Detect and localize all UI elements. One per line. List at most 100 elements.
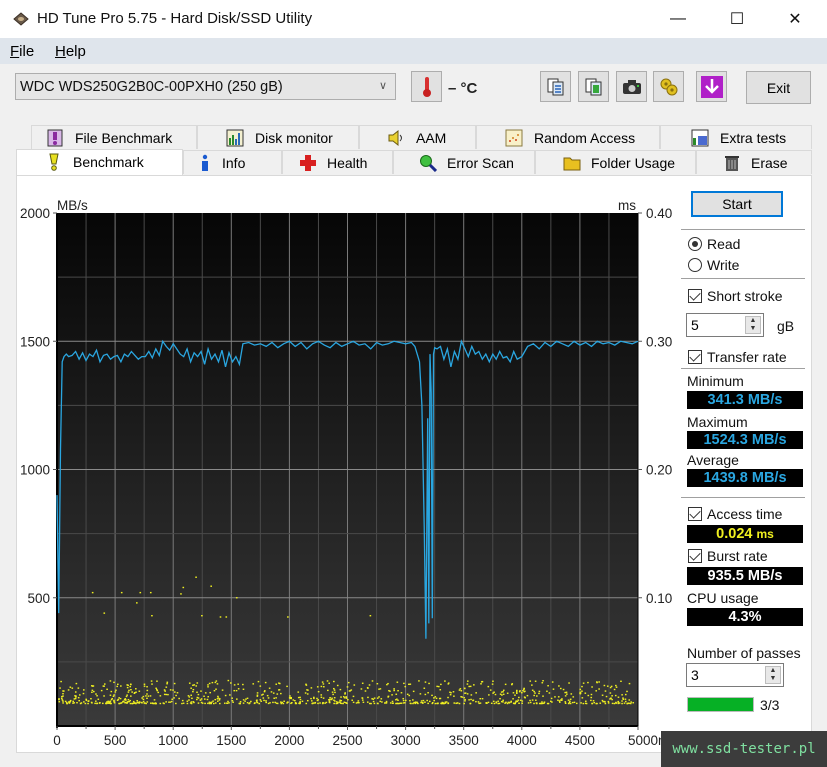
y-right-tick-label: 0.20 (646, 463, 672, 478)
burst-rate-checkbox[interactable] (688, 549, 702, 563)
access-time-point (326, 680, 329, 682)
access-time-point (314, 702, 316, 704)
exit-button[interactable]: Exit (746, 71, 811, 104)
short-stroke-unit: gB (777, 318, 795, 334)
save-button[interactable] (696, 71, 727, 102)
access-time-point (428, 700, 431, 703)
access-time-point (214, 698, 217, 701)
access-time-point (214, 681, 217, 684)
access-time-point (441, 702, 444, 705)
access-time-point (464, 687, 466, 690)
drive-select[interactable]: WDC WDS250G2B0C-00PXH0 (250 gB) ∨ (15, 73, 396, 100)
access-time-point (342, 702, 344, 705)
spinner-arrows[interactable]: ▲ ▼ (745, 316, 761, 334)
access-time-point (261, 694, 263, 696)
access-time-point (412, 699, 414, 701)
spinner-arrows[interactable]: ▲ ▼ (765, 666, 781, 684)
access-time-point (72, 700, 74, 703)
access-time-point (535, 699, 537, 701)
maximize-button[interactable]: ☐ (714, 0, 760, 38)
access-time-point (219, 616, 222, 618)
tab-random-access[interactable]: Random Access (476, 125, 660, 149)
access-time-point (486, 702, 488, 704)
access-time-point (585, 700, 587, 702)
access-time-point (591, 686, 593, 688)
access-time-point (547, 685, 549, 687)
tab-extra-tests[interactable]: Extra tests (660, 125, 812, 149)
access-time-point (256, 701, 258, 703)
access-time-point (533, 702, 535, 705)
copy-screenshot-button[interactable] (578, 71, 609, 102)
tab-health[interactable]: Health (282, 150, 393, 174)
access-time-point (192, 690, 194, 693)
menu-file[interactable]: File (10, 43, 34, 60)
access-time-point (426, 699, 428, 702)
access-time-point (201, 702, 204, 704)
access-time-point (402, 697, 405, 700)
access-time-point (113, 681, 115, 684)
divider (681, 229, 805, 230)
access-time-point (543, 701, 546, 703)
temperature-button[interactable] (411, 71, 442, 102)
access-time-point (466, 693, 469, 695)
tab-info[interactable]: Info (183, 150, 282, 174)
access-time-point (188, 682, 191, 684)
tab-file-benchmark[interactable]: File Benchmark (31, 125, 197, 149)
tab-benchmark[interactable]: Benchmark (16, 149, 183, 175)
access-time-point (196, 696, 199, 699)
access-time-point (166, 683, 168, 685)
screenshot-button[interactable] (616, 71, 647, 102)
access-time-point (67, 689, 70, 691)
access-time-point (622, 697, 624, 699)
minimize-icon: — (670, 10, 686, 27)
passes-spinner[interactable]: 3 ▲ ▼ (686, 663, 784, 687)
access-time-point (209, 691, 211, 694)
access-time-point (142, 695, 145, 698)
access-time-point (342, 695, 345, 698)
access-time-point (479, 698, 482, 700)
access-time-point (83, 701, 85, 703)
access-time-point (218, 698, 221, 700)
tab-erase[interactable]: Erase (696, 150, 812, 174)
access-time-point (615, 684, 617, 687)
access-time-point (333, 680, 335, 683)
random-access-icon (505, 129, 523, 147)
access-time-point (242, 683, 244, 686)
copy-text-button[interactable] (540, 71, 571, 102)
tab-aam[interactable]: AAM (359, 125, 476, 149)
access-time-point (99, 702, 101, 704)
short-stroke-checkbox[interactable] (688, 289, 702, 303)
access-time-point (90, 698, 92, 700)
access-time-point (115, 689, 117, 691)
access-time-point (226, 702, 228, 704)
options-button[interactable] (653, 71, 684, 102)
access-time-point (330, 698, 333, 701)
minimize-button[interactable]: — (655, 0, 701, 38)
access-time-point (235, 689, 238, 692)
access-time-point (607, 700, 610, 703)
menu-bar: File Help (0, 38, 827, 64)
divider (681, 368, 805, 369)
access-time-checkbox[interactable] (688, 507, 702, 521)
read-radio[interactable] (688, 237, 702, 251)
tab-folder-usage[interactable]: Folder Usage (535, 150, 696, 174)
access-time-point (613, 688, 616, 691)
start-button[interactable]: Start (691, 191, 783, 217)
write-radio[interactable] (688, 258, 702, 272)
short-stroke-spinner[interactable]: 5 ▲ ▼ (686, 313, 764, 337)
access-time-point (449, 694, 452, 696)
access-time-point (106, 701, 108, 703)
close-button[interactable]: ✕ (772, 0, 818, 38)
tab-disk-monitor[interactable]: Disk monitor (197, 125, 359, 149)
access-time-point (126, 694, 128, 696)
access-time-point (225, 616, 228, 618)
access-time-point (531, 684, 533, 686)
tab-error-scan[interactable]: Error Scan (393, 150, 535, 174)
access-time-point (252, 683, 255, 685)
access-time-point (493, 691, 495, 693)
menu-help[interactable]: Help (55, 43, 86, 60)
access-time-point (573, 701, 576, 704)
transfer-rate-checkbox[interactable] (688, 350, 702, 364)
access-time-point (305, 702, 308, 705)
access-time-point (458, 689, 461, 691)
